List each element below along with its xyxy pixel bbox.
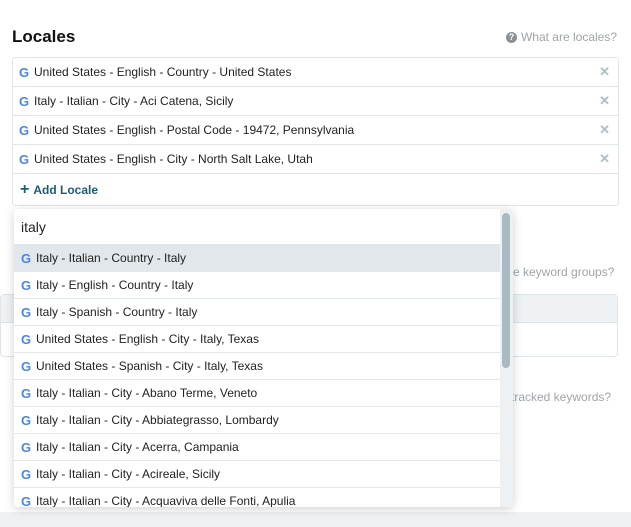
dropdown-option[interactable]: G Italy - Italian - City - Abbiategrasso,…	[14, 407, 500, 434]
option-label: Italy - Italian - City - Acireale, Sicil…	[36, 467, 221, 481]
locale-label: Italy - Italian - City - Aci Catena, Sic…	[34, 94, 234, 108]
google-g-icon: G	[21, 358, 32, 374]
close-icon[interactable]: ✕	[599, 64, 610, 80]
add-locale-button[interactable]: + Add Locale	[13, 174, 618, 205]
google-g-icon: G	[19, 122, 30, 138]
locale-label: United States - English - Postal Code - …	[34, 123, 355, 137]
dropdown-option[interactable]: G Italy - Italian - City - Acireale, Sici…	[14, 461, 500, 488]
dropdown-option[interactable]: G Italy - Spanish - Country - Italy	[14, 299, 500, 326]
scrollbar-thumb[interactable]	[502, 213, 510, 368]
question-circle-icon: ?	[505, 31, 517, 43]
locale-item: G United States - English - City - North …	[13, 145, 618, 174]
locale-label: United States - English - City - North S…	[34, 152, 313, 166]
locale-search-input[interactable]: italy	[14, 209, 500, 245]
locale-dropdown: italy G Italy - Italian - Country - Italy…	[14, 209, 513, 507]
google-g-icon: G	[19, 93, 30, 109]
dropdown-option[interactable]: G United States - English - City - Italy,…	[14, 326, 500, 353]
option-label: Italy - Italian - City - Abbiategrasso, …	[36, 413, 279, 427]
option-label: Italy - Italian - City - Abano Terme, Ve…	[36, 386, 258, 400]
google-g-icon: G	[21, 304, 32, 320]
help-text: What are locales?	[520, 30, 617, 44]
add-locale-label: Add Locale	[33, 182, 99, 197]
option-label: United States - English - City - Italy, …	[36, 332, 259, 346]
dropdown-option[interactable]: G Italy - Italian - Country - Italy	[14, 245, 500, 272]
locale-label: United States - English - Country - Unit…	[34, 65, 292, 79]
google-g-icon: G	[21, 493, 32, 508]
close-icon[interactable]: ✕	[599, 93, 610, 109]
google-g-icon: G	[21, 277, 32, 293]
close-icon[interactable]: ✕	[599, 122, 610, 138]
locale-list: G United States - English - Country - Uni…	[12, 57, 619, 206]
option-label: Italy - Italian - Country - Italy	[36, 251, 187, 265]
option-label: United States - Spanish - City - Italy, …	[36, 359, 263, 373]
option-list: G Italy - Italian - Country - Italy G Italy…	[14, 245, 500, 507]
google-g-icon: G	[21, 250, 32, 266]
google-g-icon: G	[21, 331, 32, 347]
google-g-icon: G	[21, 385, 32, 401]
help-link[interactable]: ? What are locales?	[505, 30, 617, 44]
dropdown-option[interactable]: G Italy - Italian - City - Acerra, Campan…	[14, 434, 500, 461]
close-icon[interactable]: ✕	[599, 151, 610, 167]
locale-item: G Italy - Italian - City - Aci Catena, Si…	[13, 87, 618, 116]
tracked-keywords-help[interactable]: tracked keywords?	[511, 390, 611, 404]
option-label: Italy - Spanish - Country - Italy	[36, 305, 198, 319]
option-label: Italy - Italian - City - Acerra, Campani…	[36, 440, 239, 454]
plus-icon: +	[20, 180, 30, 198]
dropdown-option[interactable]: G Italy - Italian - City - Acquaviva dell…	[14, 488, 500, 508]
google-g-icon: G	[19, 151, 30, 167]
dropdown-option[interactable]: G Italy - Italian - City - Abano Terme, V…	[14, 380, 500, 407]
dropdown-option[interactable]: G Italy - English - Country - Italy	[14, 272, 500, 299]
section-title: Locales	[12, 27, 76, 46]
locale-item: G United States - English - Country - Uni…	[13, 58, 618, 87]
option-label: Italy - Italian - City - Acquaviva delle…	[36, 494, 296, 507]
google-g-icon: G	[21, 439, 32, 455]
scrollbar[interactable]	[500, 209, 513, 507]
dropdown-option[interactable]: G United States - Spanish - City - Italy,…	[14, 353, 500, 380]
option-label: Italy - English - Country - Italy	[36, 278, 194, 292]
keyword-groups-help[interactable]: e keyword groups?	[513, 265, 614, 279]
google-g-icon: G	[21, 466, 32, 482]
google-g-icon: G	[21, 412, 32, 428]
locale-item: G United States - English - Postal Code -…	[13, 116, 618, 145]
google-g-icon: G	[19, 64, 30, 80]
